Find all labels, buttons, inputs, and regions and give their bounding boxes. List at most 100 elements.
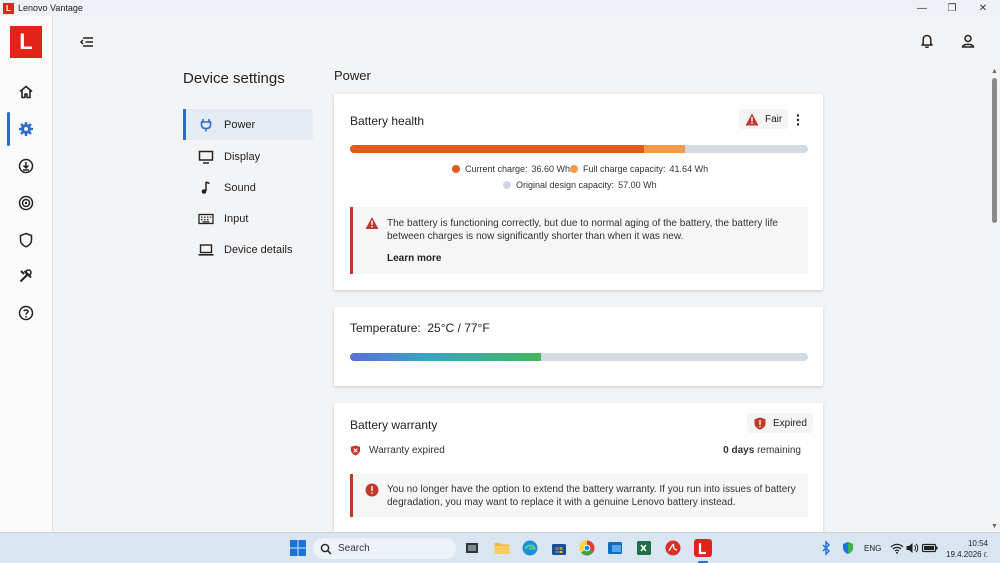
home-icon	[19, 85, 33, 99]
battery-status-badge: Fair	[739, 109, 789, 129]
mail-app-icon	[608, 542, 622, 554]
windows-icon	[290, 540, 306, 556]
settings-nav-input[interactable]: Input	[183, 203, 313, 234]
edge-browser-icon	[522, 540, 538, 556]
taskbar-search[interactable]: Search	[313, 538, 456, 559]
settings-nav-device-details[interactable]: Device details	[183, 234, 313, 265]
legend-label: Original design capacity:	[516, 180, 615, 190]
settings-nav-label: Device details	[224, 243, 293, 256]
warranty-alert-text: You no longer have the option to extend …	[387, 484, 796, 508]
main-scrollbar[interactable]: ▲ ▼	[989, 68, 999, 532]
settings-nav-display[interactable]: Display	[183, 141, 313, 172]
shield-x-icon	[350, 445, 361, 456]
wifi-icon[interactable]	[890, 539, 904, 557]
search-icon	[320, 543, 332, 555]
legend-full-charge: Full charge capacity: 41.64 Wh	[570, 164, 708, 174]
scroll-up-icon[interactable]: ▲	[990, 68, 999, 76]
download-circle-icon	[18, 158, 34, 174]
battery-warranty-title: Battery warranty	[350, 418, 438, 432]
legend-label: Current charge:	[465, 164, 528, 174]
nav-device-settings[interactable]	[0, 112, 52, 146]
legend-value: 41.64 Wh	[669, 164, 709, 174]
chrome-icon[interactable]	[578, 539, 596, 557]
learn-more-link[interactable]: Learn more	[387, 253, 441, 264]
app-logo-icon: L	[3, 2, 14, 14]
battery-health-alert-text: The battery is functioning correctly, bu…	[387, 218, 778, 242]
acrobat-icon[interactable]	[664, 539, 682, 557]
file-explorer-icon[interactable]	[493, 539, 511, 557]
lenovo-l-icon	[698, 543, 706, 555]
folder-icon	[494, 543, 510, 554]
pdf-reader-icon	[665, 540, 681, 556]
nav-security[interactable]	[0, 223, 52, 257]
lenovo-logo[interactable]: L	[10, 26, 42, 58]
excel-icon[interactable]	[635, 539, 653, 557]
laptop-icon	[198, 243, 214, 256]
battery-tray-icon[interactable]	[921, 539, 939, 557]
account-button[interactable]	[959, 32, 977, 50]
more-options-button[interactable]	[793, 113, 803, 127]
current-charge-segment	[350, 145, 645, 153]
edge-icon[interactable]	[521, 539, 539, 557]
search-placeholder: Search	[338, 543, 370, 554]
warranty-alert: You no longer have the option to extend …	[350, 474, 808, 517]
notifications-button[interactable]	[918, 32, 936, 50]
settings-nav-label: Input	[224, 212, 249, 225]
volume-icon[interactable]	[905, 539, 919, 557]
user-icon	[961, 34, 975, 48]
taskbar-clock[interactable]: 10:54 19.4.2026 г.	[944, 538, 988, 560]
full-charge-dot	[570, 165, 578, 173]
title-bar: L Lenovo Vantage — ❐ ✕	[0, 0, 1000, 16]
legend-label: Full charge capacity:	[583, 164, 666, 174]
battery-health-alert: The battery is functioning correctly, bu…	[350, 207, 808, 274]
plug-icon	[200, 118, 212, 131]
temperature-card: Temperature: 25°C / 77°F	[334, 307, 823, 386]
nav-help[interactable]	[0, 296, 52, 330]
warranty-expired-text: Warranty expired	[369, 445, 445, 456]
battery-status-text: Fair	[765, 113, 783, 125]
bluetooth-icon[interactable]	[820, 539, 832, 557]
store-bag-icon	[552, 544, 566, 555]
music-note-icon	[201, 180, 210, 194]
maximize-button[interactable]: ❐	[937, 0, 967, 16]
clock-time: 10:54	[967, 539, 988, 548]
outlook-icon[interactable]	[606, 539, 624, 557]
start-button[interactable]	[289, 539, 307, 557]
chrome-browser-icon	[579, 540, 595, 556]
security-tray-icon[interactable]	[840, 539, 856, 557]
scroll-down-icon[interactable]: ▼	[990, 523, 999, 531]
section-title: Power	[334, 68, 371, 83]
warranty-status-text: Expired	[773, 417, 807, 429]
shield-alert-icon	[754, 417, 766, 430]
design-capacity-dot	[503, 181, 511, 189]
radar-icon	[18, 195, 34, 211]
clock-date: 19.4.2026 г.	[946, 550, 988, 559]
vantage-taskbar-icon[interactable]	[694, 539, 712, 557]
nav-support-tools[interactable]	[0, 259, 52, 293]
temperature-level-segment	[350, 353, 541, 361]
scrollbar-thumb[interactable]	[992, 78, 997, 223]
battery-health-title: Battery health	[350, 114, 425, 128]
kebab-menu-icon	[796, 114, 800, 126]
settings-nav-power[interactable]: Power	[183, 109, 313, 140]
nav-home[interactable]	[0, 75, 52, 109]
tools-icon	[19, 269, 32, 283]
settings-nav-sound[interactable]: Sound	[183, 172, 313, 203]
menu-collapse-button[interactable]	[78, 33, 96, 51]
temperature-label: Temperature:	[350, 321, 421, 335]
bell-icon	[921, 34, 933, 48]
minimize-button[interactable]: —	[907, 0, 937, 16]
temperature-value: 25°C / 77°F	[427, 321, 490, 335]
nav-apps[interactable]	[0, 149, 52, 183]
speaker-icon	[906, 543, 919, 553]
settings-title: Device settings	[183, 70, 285, 87]
battery-icon	[921, 543, 938, 553]
language-indicator[interactable]: ENG	[864, 544, 881, 553]
legend-value: 36.60 Wh	[531, 164, 571, 174]
settings-nav-label: Power	[224, 118, 256, 131]
store-icon[interactable]	[550, 539, 568, 557]
task-view-icon[interactable]	[463, 539, 481, 557]
bluetooth-glyph-icon	[822, 540, 830, 556]
nav-smart-features[interactable]	[0, 186, 52, 220]
close-button[interactable]: ✕	[968, 0, 998, 16]
